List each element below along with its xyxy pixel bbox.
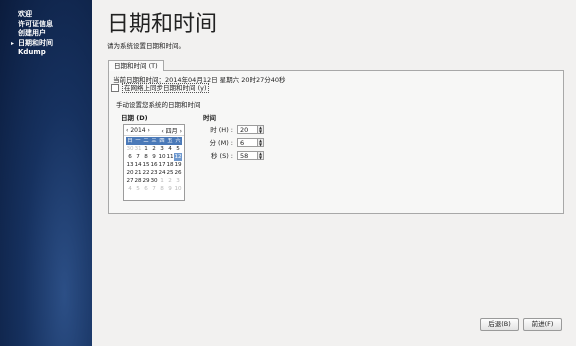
calendar-day[interactable]: 26 [174,169,182,177]
next-month-button[interactable]: › [180,128,182,135]
prev-year-button[interactable]: ‹ [126,127,128,134]
calendar-day[interactable]: 15 [142,161,150,169]
date-heading: 日期 (D) [121,114,148,122]
calendar-day-name: 四 [158,137,166,145]
sidebar-item-label: 日期和时间 [18,38,53,47]
time-heading: 时间 [203,114,216,122]
calendar-day[interactable]: 3 [158,145,166,153]
calendar-day[interactable]: 31 [134,145,142,153]
main-content: 日期和时间 请为系统设置日期和时间。 日期和时间 (T) 当前日期和时间：201… [92,0,576,346]
sidebar-item-label: 许可证信息 [18,19,53,28]
sidebar-item-label: 欢迎 [18,10,32,18]
sidebar-item-create-user: 创建用户 [0,29,92,39]
calendar-day[interactable]: 1 [158,177,166,185]
calendar-day[interactable]: 10 [174,185,182,193]
calendar-day[interactable]: 17 [158,161,166,169]
minute-label: 分 (M) : [209,139,233,147]
hour-spin-buttons[interactable]: ▲ ▼ [258,124,264,134]
sidebar-item-label: Kdump [18,48,46,56]
calendar-day[interactable]: 10 [158,153,166,161]
calendar-day[interactable]: 25 [166,169,174,177]
sidebar-item-welcome: 欢迎 [0,10,92,20]
ntp-sync-checkbox[interactable] [111,84,119,92]
calendar-day[interactable]: 5 [134,185,142,193]
second-spin-buttons[interactable]: ▲ ▼ [258,150,264,160]
sidebar-item-license: 许可证信息 [0,20,92,30]
calendar-day[interactable]: 14 [134,161,142,169]
calendar: ‹ 2014 › ‹ 四月 › 日一二三四五六 30 31 1 2 3 4 5 6 7 8 9 10 11… [123,124,185,201]
calendar-day[interactable]: 4 [126,185,134,193]
calendar-day[interactable]: 22 [142,169,150,177]
calendar-day[interactable]: 23 [150,169,158,177]
calendar-day[interactable]: 4 [166,145,174,153]
calendar-day[interactable]: 16 [150,161,158,169]
hour-label: 时 (H) : [210,126,233,134]
calendar-day[interactable]: 30 [126,145,134,153]
prev-month-button[interactable]: ‹ [161,128,163,135]
instruction-text: 请为系统设置日期和时间。 [107,42,185,50]
calendar-header: ‹ 2014 › ‹ 四月 › [124,125,184,136]
sidebar: 欢迎 许可证信息 创建用户 ▸ 日期和时间 Kdump [0,0,92,346]
calendar-grid: 日一二三四五六 30 31 1 2 3 4 5 6 7 8 9 10 11 12 13 14 15 16 17 18 19… [126,137,184,193]
calendar-day-name: 三 [150,137,158,145]
calendar-day[interactable]: 28 [134,177,142,185]
tab-date-time[interactable]: 日期和时间 (T) [108,60,164,71]
back-button[interactable]: 后退(B) [480,318,519,331]
spin-down-icon[interactable]: ▼ [258,155,263,160]
calendar-day[interactable]: 7 [134,153,142,161]
ntp-sync-row[interactable]: 在网络上同步日期和时间 (y) [111,83,209,93]
calendar-day[interactable]: 8 [142,153,150,161]
calendar-day-name: 二 [142,137,150,145]
calendar-day[interactable]: 24 [158,169,166,177]
calendar-day[interactable]: 27 [126,177,134,185]
calendar-day[interactable]: 13 [126,161,134,169]
calendar-day[interactable]: 9 [166,185,174,193]
calendar-day-name: 日 [126,137,134,145]
calendar-month: 四月 [165,127,178,135]
next-year-button[interactable]: › [148,127,150,134]
minute-spinbox[interactable]: 6 [237,137,258,147]
calendar-day[interactable]: 12 [174,153,182,161]
ntp-sync-label[interactable]: 在网络上同步日期和时间 (y) [122,83,209,93]
calendar-day[interactable]: 6 [142,185,150,193]
sidebar-item-label: 创建用户 [18,29,46,37]
current-step-arrow-icon: ▸ [11,39,15,47]
second-row: 秒 (S) : 58 ▲ ▼ [203,150,264,160]
calendar-day[interactable]: 21 [134,169,142,177]
calendar-day[interactable]: 20 [126,169,134,177]
calendar-day-name: 一 [134,137,142,145]
sidebar-item-date-time: ▸ 日期和时间 [0,39,92,49]
calendar-day[interactable]: 29 [142,177,150,185]
hour-spinbox[interactable]: 20 [237,124,258,134]
sidebar-item-kdump: Kdump [0,48,92,58]
second-label: 秒 (S) : [210,152,233,160]
calendar-day[interactable]: 7 [150,185,158,193]
sidebar-step-list: 欢迎 许可证信息 创建用户 ▸ 日期和时间 Kdump [0,0,92,58]
calendar-day[interactable]: 3 [174,177,182,185]
hour-row: 时 (H) : 20 ▲ ▼ [203,124,264,134]
calendar-day-name: 五 [166,137,174,145]
minute-row: 分 (M) : 6 ▲ ▼ [203,137,264,147]
spin-down-icon[interactable]: ▼ [258,142,263,147]
minute-spin-buttons[interactable]: ▲ ▼ [258,137,264,147]
second-spinbox[interactable]: 58 [237,150,258,160]
spin-down-icon[interactable]: ▼ [258,129,263,134]
calendar-day-name: 六 [174,137,182,145]
calendar-day[interactable]: 9 [150,153,158,161]
calendar-day[interactable]: 2 [150,145,158,153]
forward-button[interactable]: 前进(F) [523,318,562,331]
calendar-day[interactable]: 2 [166,177,174,185]
calendar-year: 2014 [130,126,146,134]
calendar-day[interactable]: 8 [158,185,166,193]
calendar-day[interactable]: 30 [150,177,158,185]
calendar-day[interactable]: 11 [166,153,174,161]
calendar-day[interactable]: 5 [174,145,182,153]
calendar-day[interactable]: 6 [126,153,134,161]
manual-set-label: 手动设置您系统的日期和时间 [116,101,201,109]
calendar-day[interactable]: 1 [142,145,150,153]
page-title: 日期和时间 [107,12,218,37]
calendar-day[interactable]: 18 [166,161,174,169]
date-time-panel: 当前日期和时间：2014年04月12日 星期六 20时27分40秒 在网络上同步… [108,70,564,214]
calendar-day[interactable]: 19 [174,161,182,169]
